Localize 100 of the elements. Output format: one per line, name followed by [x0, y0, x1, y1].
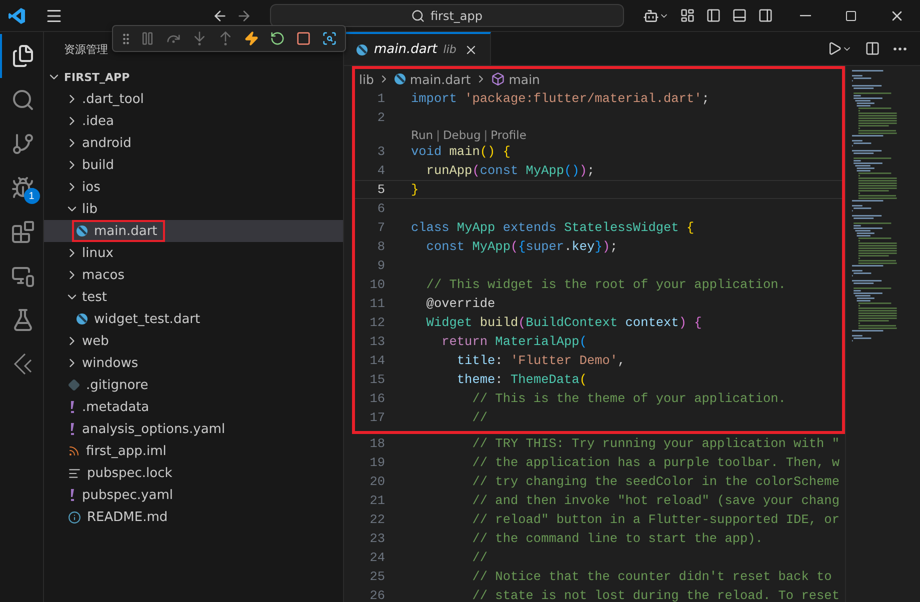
- line-number: 8: [376, 239, 385, 254]
- file-item[interactable]: .gitignore: [44, 374, 343, 396]
- line-number: 5: [376, 182, 385, 197]
- rss-icon: [68, 445, 80, 457]
- code-line: runApp(const MyApp());: [425, 163, 595, 178]
- code-line: Widget build(BuildContext context) {: [425, 315, 702, 330]
- activity-button[interactable]: 1: [0, 166, 44, 210]
- folder-item[interactable]: ios: [44, 176, 343, 198]
- line-number: 24: [368, 550, 385, 565]
- line-number: 6: [376, 201, 385, 216]
- line-number: 26: [368, 588, 385, 602]
- code-line: //: [471, 410, 488, 425]
- line-number: 19: [368, 455, 385, 470]
- folder-item[interactable]: macos: [44, 264, 343, 286]
- file-item[interactable]: main.dart: [44, 220, 343, 242]
- line-number: 3: [376, 144, 385, 159]
- code-line: // This is the theme of your application.: [471, 391, 786, 406]
- line-number: 7: [376, 220, 385, 235]
- breadcrumb-item[interactable]: main: [490, 72, 540, 86]
- exclamation-icon: [68, 422, 76, 436]
- codelens-link[interactable]: Debug: [442, 128, 481, 142]
- code-line: //: [471, 550, 488, 565]
- bug-icon: [10, 176, 34, 200]
- branch-icon: [10, 132, 34, 156]
- files-icon: [10, 44, 34, 68]
- line-number: 17: [368, 410, 385, 425]
- diamond-icon: [68, 379, 80, 391]
- file-item[interactable]: .metadata: [44, 396, 343, 418]
- robot-icon: [643, 8, 659, 24]
- code-line: @override: [425, 296, 496, 311]
- dart-icon: [76, 225, 88, 237]
- pause-icon: [140, 31, 154, 46]
- root-folder[interactable]: FIRST_APP: [44, 66, 343, 88]
- line-number: 9: [376, 258, 385, 273]
- layout-icon: [680, 8, 694, 23]
- line-number: 18: [368, 436, 385, 451]
- file-item[interactable]: pubspec.yaml: [44, 484, 343, 506]
- code-line: title: 'Flutter Demo',: [456, 353, 626, 368]
- code-line: class MyApp extends StatelessWidget {: [411, 220, 694, 235]
- line-number: 4: [376, 163, 385, 178]
- file-item[interactable]: widget_test.dart: [44, 308, 343, 330]
- search-icon: [10, 88, 34, 112]
- folder-item[interactable]: build: [44, 154, 343, 176]
- stop-icon: [296, 31, 310, 46]
- lines-icon: [68, 466, 81, 480]
- code-line: import 'package:flutter/material.dart';: [411, 91, 710, 106]
- minimize-icon: [800, 14, 810, 16]
- folder-item[interactable]: android: [44, 132, 343, 154]
- line-number: 25: [368, 569, 385, 584]
- dart-icon: [76, 313, 88, 325]
- cube-icon: [490, 72, 505, 86]
- code-line: return MaterialApp(: [440, 334, 587, 349]
- breadcrumb-item[interactable]: main.dart: [394, 72, 471, 86]
- folder-item[interactable]: web: [44, 330, 343, 352]
- file-item[interactable]: first_app.iml: [44, 440, 343, 462]
- folder-item[interactable]: .idea: [44, 110, 343, 132]
- folder-item[interactable]: test: [44, 286, 343, 308]
- line-number: 15: [368, 372, 385, 387]
- panel-bottom-icon: [732, 8, 746, 23]
- folder-item[interactable]: .dart_tool: [44, 88, 343, 110]
- code-line: theme: ThemeData(: [456, 372, 588, 387]
- line-number: 12: [368, 315, 385, 330]
- codelens-link[interactable]: Run: [411, 128, 434, 142]
- folder-item[interactable]: windows: [44, 352, 343, 374]
- line-number: 10: [368, 277, 385, 292]
- line-number: 14: [368, 353, 385, 368]
- folder-item[interactable]: lib: [44, 198, 343, 220]
- step-into-icon: [192, 31, 206, 46]
- lightning-icon: [244, 31, 258, 46]
- dart-icon: [394, 73, 406, 85]
- sidebar-title: 资源管理: [64, 42, 108, 56]
- code-line: // TRY THIS: Try running your application with ": [471, 436, 840, 451]
- line-number: 21: [368, 493, 385, 508]
- code-line: // try changing the seedColor in the colorScheme: [471, 474, 840, 489]
- line-number: 1: [376, 91, 385, 106]
- search-field[interactable]: first_app: [270, 4, 624, 27]
- file-item[interactable]: pubspec.lock: [44, 462, 343, 484]
- folder-item[interactable]: linux: [44, 242, 343, 264]
- editor-tab[interactable]: main.dart lib: [344, 32, 492, 65]
- restart-icon: [270, 31, 284, 46]
- exclamation-icon: [68, 400, 76, 414]
- code-line: // the command line to start the app).: [471, 531, 763, 546]
- code-line: }: [411, 182, 419, 197]
- code-line: void main() {: [411, 144, 510, 159]
- inspect-icon: [322, 31, 336, 46]
- file-item[interactable]: analysis_options.yaml: [44, 418, 343, 440]
- panel-left-icon: [706, 8, 720, 23]
- code-line: // and then invoke "hot reload" (save your chang: [471, 493, 840, 508]
- file-item[interactable]: README.md: [44, 506, 343, 528]
- info-icon: [68, 510, 81, 524]
- line-number: 11: [368, 296, 385, 311]
- exclamation-icon: [68, 488, 76, 502]
- line-number: 20: [368, 474, 385, 489]
- dart-icon: [356, 44, 368, 56]
- breadcrumb-item[interactable]: lib: [359, 72, 374, 86]
- codelens-link[interactable]: Profile: [490, 128, 526, 142]
- more-icon: [893, 46, 907, 50]
- extensions-icon: [10, 220, 34, 244]
- step-out-icon: [218, 31, 232, 46]
- code-line: // reload" button in a Flutter-supported IDE, or: [471, 512, 840, 527]
